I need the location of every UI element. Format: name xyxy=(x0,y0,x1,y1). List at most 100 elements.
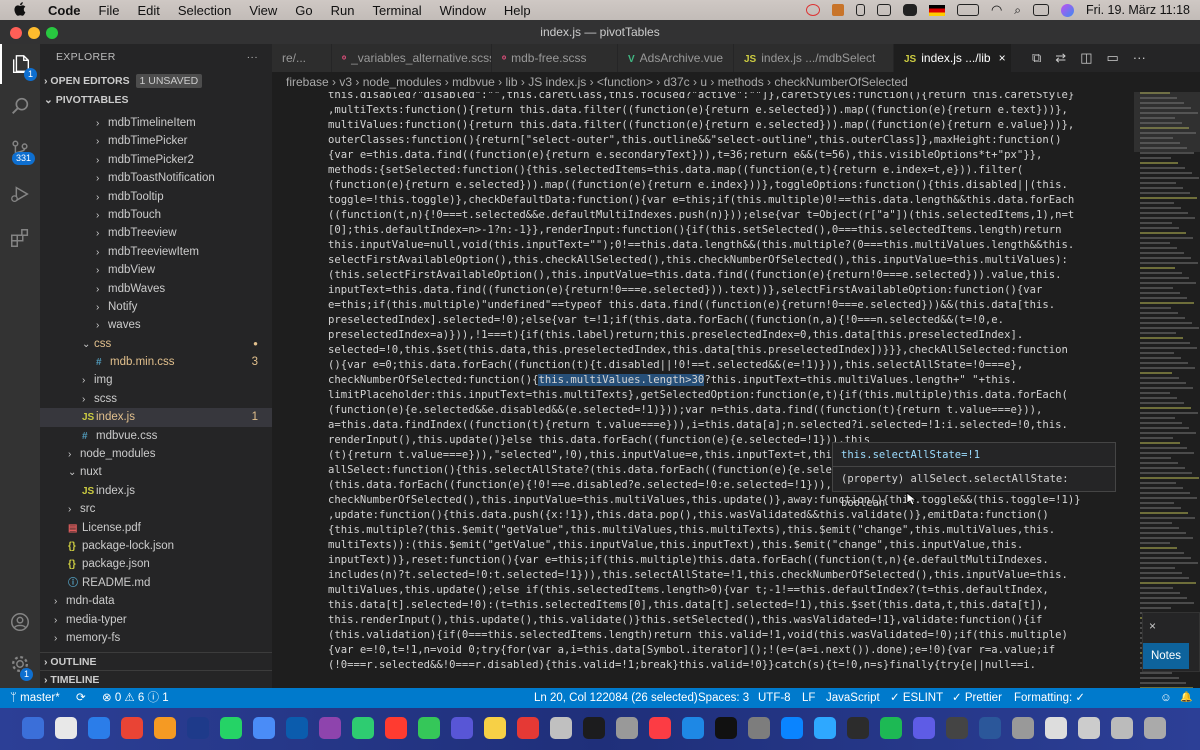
dock-app-icon[interactable] xyxy=(1078,717,1100,739)
tree-item[interactable]: ▤ License.pdf xyxy=(40,519,272,537)
menu-edit[interactable]: Edit xyxy=(137,3,159,18)
dock-app-icon[interactable] xyxy=(154,717,176,739)
code-line[interactable]: toggle=!this.toggle)},checkDefaultData:f… xyxy=(328,193,1128,208)
dock-app-icon[interactable] xyxy=(880,717,902,739)
breadcrumb-item[interactable]: v3 xyxy=(339,75,352,89)
code-line[interactable]: multiTexts)):(this.$emit("getValue",this… xyxy=(328,538,1128,553)
minimap[interactable] xyxy=(1134,92,1200,688)
dock-app-icon[interactable] xyxy=(55,717,77,739)
code-line[interactable]: (){var e=0;this.data.forEach((function(t… xyxy=(328,358,1128,373)
tree-item[interactable]: {} package.json xyxy=(40,555,272,573)
dock-app-icon[interactable] xyxy=(1012,717,1034,739)
tree-item[interactable]: › memory-fs xyxy=(40,629,272,647)
dock-app-icon[interactable] xyxy=(847,717,869,739)
tab-active[interactable]: JS index.js .../lib × xyxy=(894,44,1012,72)
dock-app-icon[interactable] xyxy=(682,717,704,739)
search-view-icon[interactable] xyxy=(0,86,40,126)
dock-app-icon[interactable] xyxy=(913,717,935,739)
tree-item[interactable]: › mdbTouch xyxy=(40,206,272,224)
tree-item[interactable]: › waves xyxy=(40,316,272,334)
menu-go[interactable]: Go xyxy=(295,3,312,18)
menu-help[interactable]: Help xyxy=(504,3,531,18)
wifi-icon[interactable]: ◠ xyxy=(991,2,1002,18)
menubar-clock[interactable]: Fri. 19. März 11:18 xyxy=(1086,3,1190,17)
tab[interactable]: JS index.js .../mdbSelect xyxy=(734,44,894,72)
dock-app-icon[interactable] xyxy=(88,717,110,739)
dock-app-icon[interactable] xyxy=(649,717,671,739)
battery-icon[interactable] xyxy=(956,4,979,16)
dock-app-icon[interactable] xyxy=(286,717,308,739)
window-zoom-button[interactable] xyxy=(46,27,58,39)
branch-status[interactable]: ᛘ master* xyxy=(10,688,60,708)
tab[interactable]: ᵒ mdb-free.scss xyxy=(492,44,618,72)
dock-app-icon[interactable] xyxy=(121,717,143,739)
code-line[interactable]: selected=!0,this.$set(this.data,this.pre… xyxy=(328,343,1128,358)
tree-item[interactable]: › mdbToastNotification xyxy=(40,169,272,187)
code-line[interactable]: this.data[t].selected=!0):(t=this.select… xyxy=(328,598,1128,613)
dock-app-icon[interactable] xyxy=(1045,717,1067,739)
source-control-icon[interactable]: 331 xyxy=(0,130,40,170)
tree-item[interactable]: ⓘ README.md xyxy=(40,574,272,592)
breadcrumb-item[interactable]: <function> xyxy=(597,75,653,89)
tree-item[interactable]: ⌄ nuxt xyxy=(40,463,272,481)
tree-item[interactable]: {} package-lock.json xyxy=(40,537,272,555)
code-line[interactable]: inputText))},reset:function(){var e=this… xyxy=(328,553,1128,568)
selected-code[interactable]: this.multiValues.length>30 xyxy=(538,374,705,386)
breadcrumb-item[interactable]: checkNumberOfSelected xyxy=(774,75,907,89)
code-line[interactable]: limitPlaceholder:this.inputText=this.mul… xyxy=(328,388,1128,403)
menu-view[interactable]: View xyxy=(249,3,277,18)
dock-app-icon[interactable] xyxy=(418,717,440,739)
code-line[interactable]: outerClasses:function(){return["select-o… xyxy=(328,133,1128,148)
tree-item[interactable]: › mdbTimePicker2 xyxy=(40,151,272,169)
breadcrumb-item[interactable]: firebase xyxy=(286,75,329,89)
tree-item[interactable]: › scss xyxy=(40,390,272,408)
window-close-button[interactable] xyxy=(10,27,22,39)
extensions-icon[interactable] xyxy=(0,218,40,258)
notifications-bell-icon[interactable]: 🔔 xyxy=(1180,688,1192,708)
code-line[interactable]: (!0===r.selected&&!0===r.disabled){this.… xyxy=(328,658,1128,673)
code-line[interactable]: checkNumberOfSelected:function(){this.mu… xyxy=(328,373,1128,388)
dock-app-icon[interactable] xyxy=(352,717,374,739)
tree-item[interactable]: › src xyxy=(40,500,272,518)
tree-item[interactable]: › node_modules xyxy=(40,445,272,463)
code-line[interactable]: [0];this.defaultIndex=n>-1?n:-1}},render… xyxy=(328,223,1128,238)
git-open-changes-icon[interactable]: ⇄ xyxy=(1055,50,1066,66)
code-line[interactable]: preselectedIndex].selected=!0);else{var … xyxy=(328,313,1128,328)
tree-item[interactable]: › mdbTooltip xyxy=(40,188,272,206)
code-line[interactable]: (this.validation){if(0===this.selectedIt… xyxy=(328,628,1128,643)
run-debug-icon[interactable] xyxy=(0,174,40,214)
dock-app-icon[interactable] xyxy=(715,717,737,739)
dock-app-icon[interactable] xyxy=(22,717,44,739)
apple-menu-icon[interactable] xyxy=(14,1,32,19)
dock-app-icon[interactable] xyxy=(1111,717,1133,739)
tree-item[interactable]: ⌄ css ● xyxy=(40,335,272,353)
breadcrumb-item[interactable]: u xyxy=(700,75,707,89)
sync-icon[interactable]: ⟳ xyxy=(76,688,86,708)
control-center-icon[interactable] xyxy=(1033,4,1050,16)
code-text[interactable]: this.disabled?"disabled":"",this.caretCl… xyxy=(328,92,1128,673)
screen-mirror-icon[interactable] xyxy=(876,4,891,16)
tree-item[interactable]: JS index.js xyxy=(40,482,272,500)
eol-status[interactable]: LF xyxy=(802,688,815,708)
dock-app-icon[interactable] xyxy=(583,717,605,739)
accounts-icon[interactable] xyxy=(0,602,40,642)
breadcrumb-item[interactable]: JS index.js xyxy=(528,75,586,89)
creative-cloud-icon[interactable] xyxy=(805,4,820,16)
prettier-status[interactable]: ✓ Prettier xyxy=(952,688,1002,708)
dock-app-icon[interactable] xyxy=(451,717,473,739)
menu-run[interactable]: Run xyxy=(331,3,355,18)
code-line[interactable]: includes(n)?t.selected=!0:t.selected=!1}… xyxy=(328,568,1128,583)
code-line[interactable]: ((function(t,n){!0===t.selected&&e.defau… xyxy=(328,208,1128,223)
code-line[interactable]: multiValues,this.update();else if(this.s… xyxy=(328,583,1128,598)
dock-app-icon[interactable] xyxy=(781,717,803,739)
code-line[interactable]: multiValues:function(){return this.data.… xyxy=(328,118,1128,133)
window-minimize-button[interactable] xyxy=(28,27,40,39)
encoding-status[interactable]: UTF-8 xyxy=(758,688,791,708)
breadcrumb-item[interactable]: methods xyxy=(718,75,764,89)
menu-file[interactable]: File xyxy=(99,3,120,18)
manage-gear-icon[interactable]: 1 xyxy=(0,644,40,684)
split-editor-icon[interactable]: ◫ xyxy=(1080,50,1092,66)
explorer-more-icon[interactable]: ··· xyxy=(247,44,258,70)
siri-icon[interactable] xyxy=(1061,3,1075,17)
tree-item[interactable]: › Notify xyxy=(40,298,272,316)
